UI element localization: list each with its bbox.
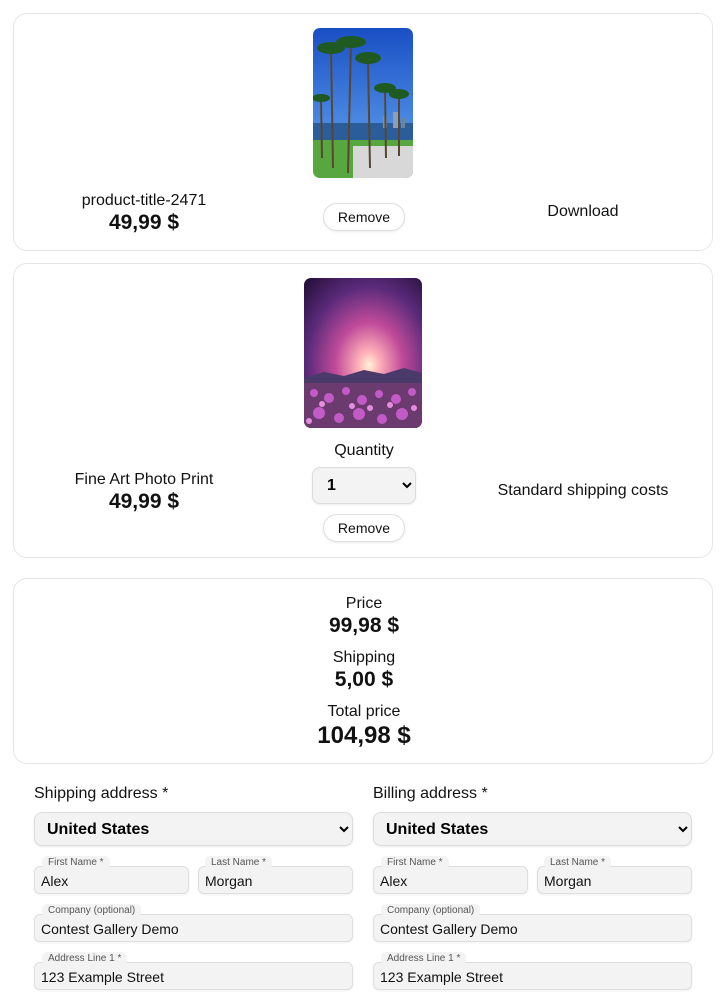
shipping-label: Shipping <box>332 649 396 666</box>
shipping-first-name-label: First Name * <box>42 856 110 869</box>
price-label: Price <box>345 595 383 612</box>
shipping-first-name-field[interactable] <box>34 866 189 894</box>
shipping-last-name-label: Last Name * <box>205 856 273 869</box>
delivery-type-label: Download <box>547 203 619 220</box>
remove-button[interactable]: Remove <box>323 203 405 231</box>
sunset-flowers-photo-icon <box>304 278 422 428</box>
shipping-company-field[interactable] <box>34 914 353 942</box>
shipping-address-heading: Shipping address * <box>34 785 169 802</box>
remove-button[interactable]: Remove <box>323 514 405 542</box>
quantity-select[interactable]: 1 <box>312 467 416 504</box>
shipping-company-label: Company (optional) <box>42 904 142 917</box>
product-title: product-title-2471 <box>81 192 207 209</box>
order-summary: Price 99,98 $ Shipping 5,00 $ Total pric… <box>13 578 713 764</box>
price-value: 99,98 $ <box>328 614 400 637</box>
shipping-last-name-field[interactable] <box>198 866 353 894</box>
total-price-value: 104,98 $ <box>317 722 411 749</box>
cart-item-card: Fine Art Photo Print 49,99 $ Quantity 1 … <box>13 263 713 558</box>
shipping-value: 5,00 $ <box>334 668 394 691</box>
billing-first-name-field[interactable] <box>373 866 528 894</box>
delivery-type-label: Standard shipping costs <box>497 482 669 499</box>
billing-last-name-field[interactable] <box>537 866 692 894</box>
billing-company-field[interactable] <box>373 914 692 942</box>
quantity-label: Quantity <box>334 442 394 459</box>
billing-country-select[interactable]: United States <box>373 812 692 846</box>
billing-address-heading: Billing address * <box>373 785 488 802</box>
shipping-address-line1-field[interactable] <box>34 962 353 990</box>
palm-trees-photo-icon <box>313 28 413 178</box>
cart-item-card: product-title-2471 49,99 $ Remove Downlo… <box>13 13 713 251</box>
total-price-label: Total price <box>327 703 401 720</box>
product-price: 49,99 $ <box>108 490 180 513</box>
billing-address-line1-label: Address Line 1 * <box>381 952 467 965</box>
billing-first-name-label: First Name * <box>381 856 449 869</box>
billing-address-line1-field[interactable] <box>373 962 692 990</box>
shipping-address-line1-label: Address Line 1 * <box>42 952 128 965</box>
billing-last-name-label: Last Name * <box>544 856 612 869</box>
product-title: Fine Art Photo Print <box>74 471 214 488</box>
shipping-country-select[interactable]: United States <box>34 812 353 846</box>
billing-company-label: Company (optional) <box>381 904 481 917</box>
product-price: 49,99 $ <box>108 211 180 234</box>
